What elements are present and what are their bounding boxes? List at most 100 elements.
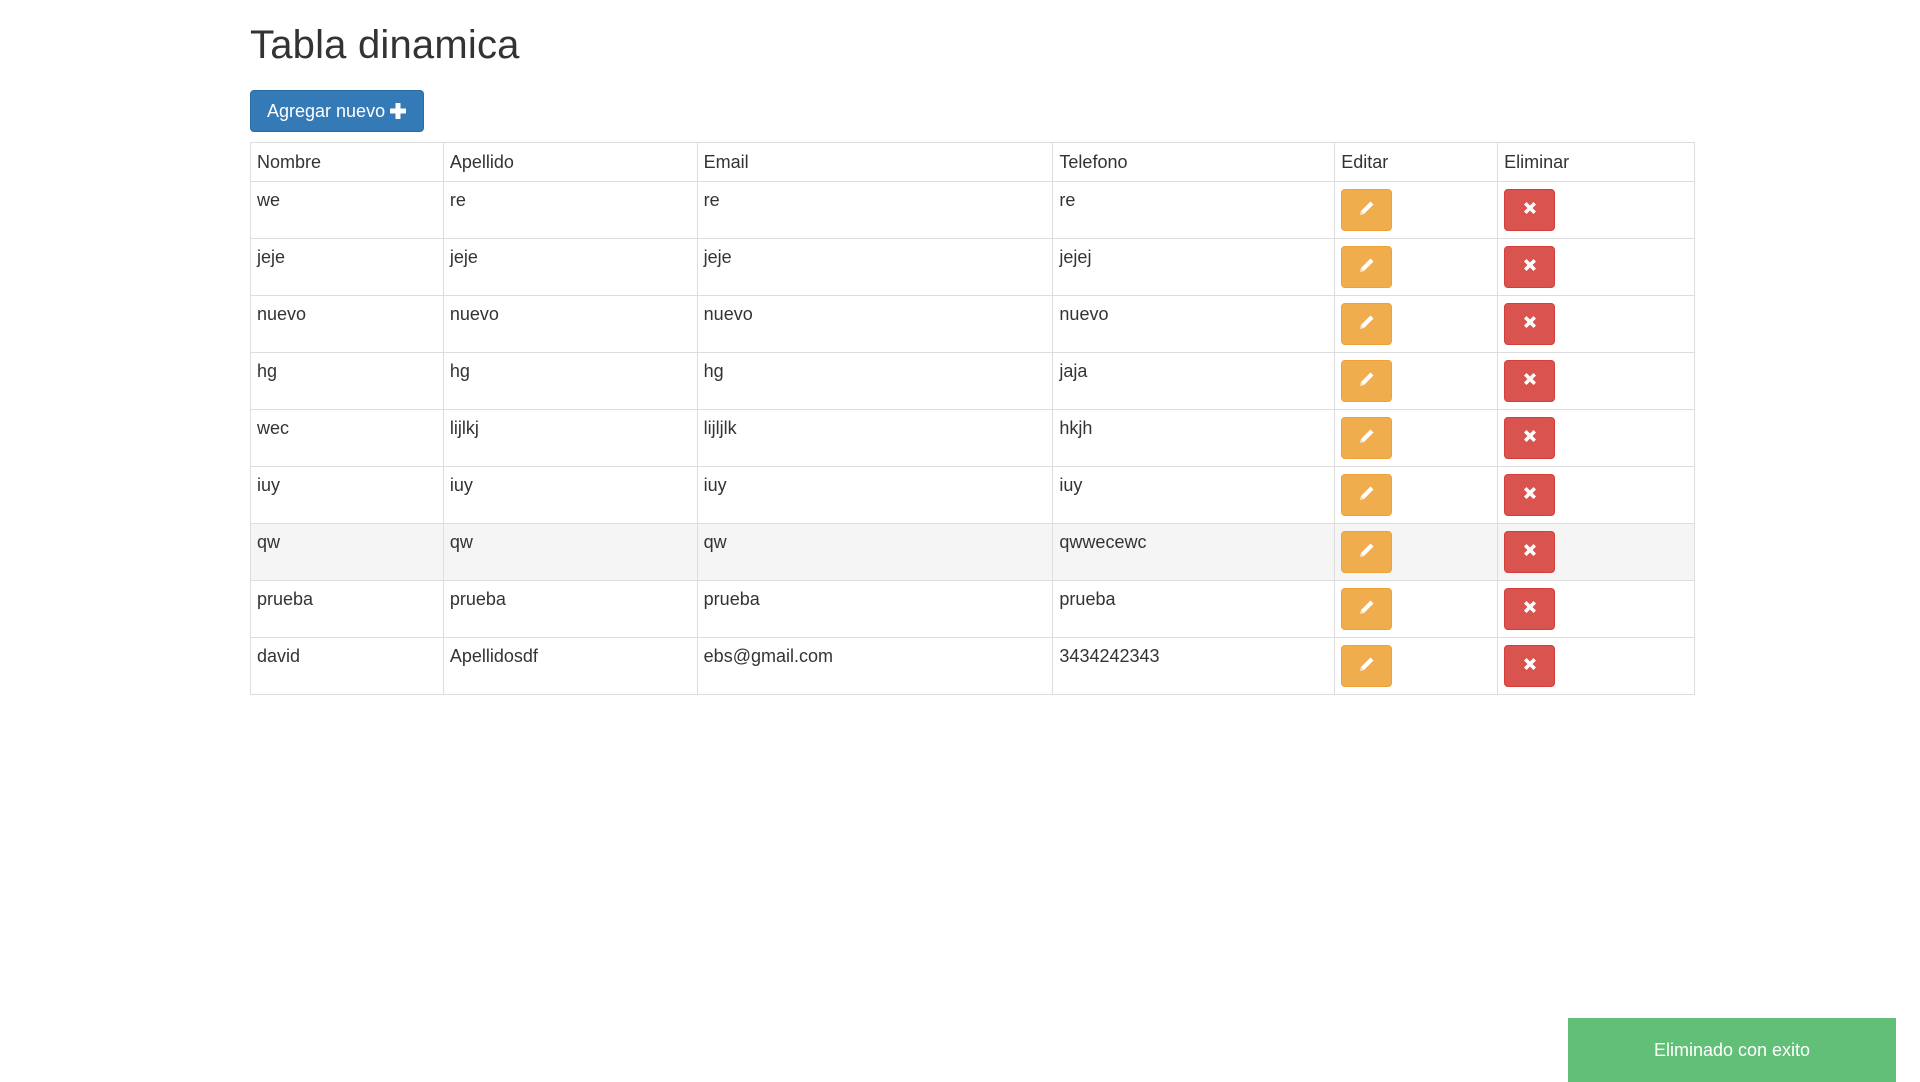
plus-icon	[389, 102, 407, 120]
cell-telefono: qwwecewc	[1052, 523, 1336, 581]
header-nombre: Nombre	[250, 142, 444, 182]
cell-nombre: wec	[250, 409, 444, 467]
close-icon	[1521, 541, 1539, 564]
cell-editar	[1334, 181, 1499, 239]
cell-telefono: re	[1052, 181, 1336, 239]
edit-button[interactable]	[1341, 417, 1393, 459]
cell-apellido: re	[442, 181, 698, 239]
cell-editar	[1334, 352, 1499, 410]
cell-nombre: qw	[250, 523, 444, 581]
cell-editar	[1334, 238, 1499, 296]
cell-eliminar	[1497, 523, 1695, 581]
delete-button[interactable]	[1504, 360, 1556, 402]
cell-apellido: lijlkj	[442, 409, 698, 467]
edit-button[interactable]	[1341, 303, 1393, 345]
edit-button[interactable]	[1341, 645, 1393, 687]
table-row: prueba prueba prueba prueba	[250, 580, 1695, 638]
cell-telefono: 3434242343	[1052, 637, 1336, 695]
table-row: david Apellidosdf ebs@gmail.com 3434242343	[250, 637, 1695, 695]
edit-button[interactable]	[1341, 189, 1393, 231]
main-container: Tabla dinamica Agregar nuevo Nombre Apel…	[250, 0, 1695, 695]
table-row: jeje jeje jeje jejej	[250, 238, 1695, 296]
delete-button[interactable]	[1504, 189, 1556, 231]
cell-email: jeje	[696, 238, 1054, 296]
pencil-icon	[1357, 369, 1377, 394]
close-icon	[1521, 199, 1539, 222]
delete-button[interactable]	[1504, 645, 1556, 687]
table-row: hg hg hg jaja	[250, 352, 1695, 410]
delete-button[interactable]	[1504, 417, 1556, 459]
cell-nombre: iuy	[250, 466, 444, 524]
pencil-icon	[1357, 198, 1377, 223]
cell-telefono: hkjh	[1052, 409, 1336, 467]
cell-email: qw	[696, 523, 1054, 581]
cell-telefono: prueba	[1052, 580, 1336, 638]
table-header-row: Nombre Apellido Email Telefono Editar El…	[250, 142, 1695, 182]
cell-nombre: david	[250, 637, 444, 695]
header-email: Email	[696, 142, 1054, 182]
delete-button[interactable]	[1504, 588, 1556, 630]
header-editar: Editar	[1334, 142, 1499, 182]
header-apellido: Apellido	[442, 142, 698, 182]
cell-eliminar	[1497, 295, 1695, 353]
delete-button[interactable]	[1504, 531, 1556, 573]
pencil-icon	[1357, 483, 1377, 508]
cell-email: iuy	[696, 466, 1054, 524]
cell-telefono: iuy	[1052, 466, 1336, 524]
cell-email: ebs@gmail.com	[696, 637, 1054, 695]
cell-eliminar	[1497, 181, 1695, 239]
edit-button[interactable]	[1341, 360, 1393, 402]
header-eliminar: Eliminar	[1497, 142, 1695, 182]
cell-email: lijljlk	[696, 409, 1054, 467]
cell-apellido: qw	[442, 523, 698, 581]
cell-apellido: prueba	[442, 580, 698, 638]
edit-button[interactable]	[1341, 246, 1393, 288]
delete-button[interactable]	[1504, 246, 1556, 288]
cell-apellido: hg	[442, 352, 698, 410]
add-new-button[interactable]: Agregar nuevo	[250, 90, 425, 132]
data-table: Nombre Apellido Email Telefono Editar El…	[250, 142, 1695, 695]
table-row: wec lijlkj lijljlk hkjh	[250, 409, 1695, 467]
pencil-icon	[1357, 312, 1377, 337]
pencil-icon	[1357, 426, 1377, 451]
cell-eliminar	[1497, 352, 1695, 410]
close-icon	[1521, 598, 1539, 621]
cell-nombre: we	[250, 181, 444, 239]
header-telefono: Telefono	[1052, 142, 1336, 182]
cell-apellido: nuevo	[442, 295, 698, 353]
cell-editar	[1334, 637, 1499, 695]
cell-eliminar	[1497, 409, 1695, 467]
cell-email: nuevo	[696, 295, 1054, 353]
cell-eliminar	[1497, 580, 1695, 638]
cell-eliminar	[1497, 466, 1695, 524]
cell-telefono: jaja	[1052, 352, 1336, 410]
add-new-label: Agregar nuevo	[267, 100, 386, 121]
cell-telefono: nuevo	[1052, 295, 1336, 353]
success-toast: Eliminado con exito	[1568, 1018, 1896, 1082]
delete-button[interactable]	[1504, 474, 1556, 516]
delete-button[interactable]	[1504, 303, 1556, 345]
cell-nombre: jeje	[250, 238, 444, 296]
close-icon	[1521, 484, 1539, 507]
close-icon	[1521, 427, 1539, 450]
cell-email: prueba	[696, 580, 1054, 638]
cell-email: hg	[696, 352, 1054, 410]
edit-button[interactable]	[1341, 588, 1393, 630]
edit-button[interactable]	[1341, 474, 1393, 516]
close-icon	[1521, 655, 1539, 678]
cell-editar	[1334, 580, 1499, 638]
close-icon	[1521, 370, 1539, 393]
cell-apellido: iuy	[442, 466, 698, 524]
edit-button[interactable]	[1341, 531, 1393, 573]
cell-eliminar	[1497, 637, 1695, 695]
cell-eliminar	[1497, 238, 1695, 296]
cell-telefono: jejej	[1052, 238, 1336, 296]
cell-nombre: nuevo	[250, 295, 444, 353]
cell-editar	[1334, 523, 1499, 581]
close-icon	[1521, 256, 1539, 279]
cell-editar	[1334, 409, 1499, 467]
cell-apellido: Apellidosdf	[442, 637, 698, 695]
cell-email: re	[696, 181, 1054, 239]
pencil-icon	[1357, 654, 1377, 679]
table-row: we re re re	[250, 181, 1695, 239]
